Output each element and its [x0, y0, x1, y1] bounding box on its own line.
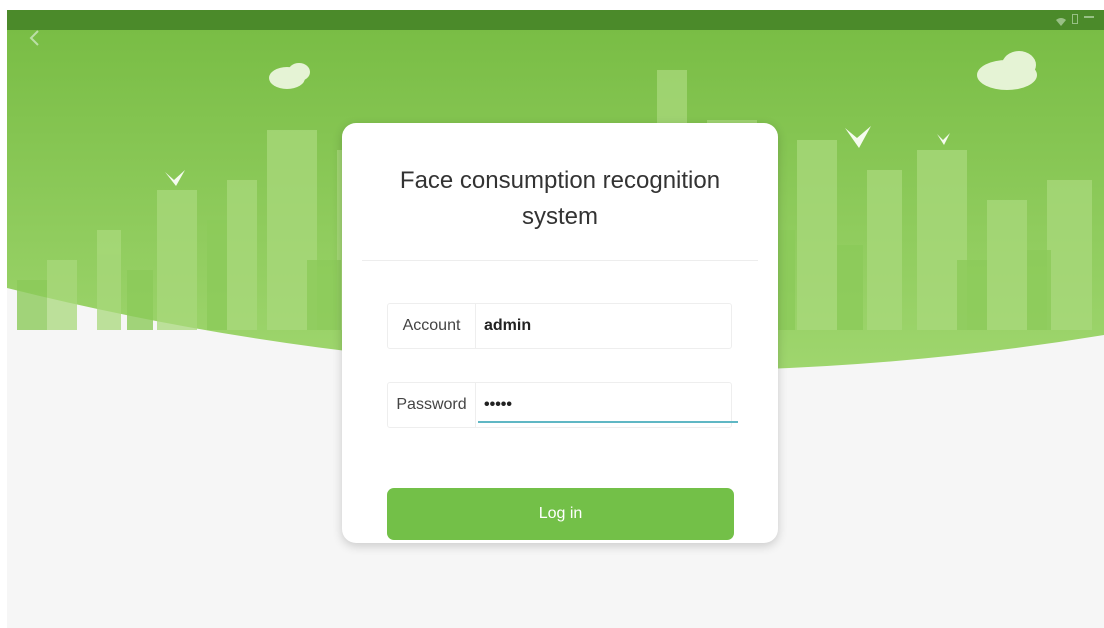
password-label: Password	[388, 383, 476, 427]
account-label: Account	[388, 304, 476, 348]
back-icon[interactable]	[25, 28, 45, 48]
password-input[interactable]	[478, 389, 738, 423]
title-divider	[362, 260, 758, 261]
title-line-1: Face consumption recognition	[399, 167, 721, 194]
password-field: Password	[387, 382, 738, 428]
login-card: Face consumption recognition system Acco…	[342, 123, 778, 543]
clock-icon	[1084, 16, 1094, 24]
status-icons	[1056, 14, 1094, 26]
login-button[interactable]: Log in	[387, 488, 734, 540]
account-field: Account	[387, 303, 738, 349]
page-title: Face consumption recognition system	[342, 163, 778, 235]
app-window: Face consumption recognition system Acco…	[7, 10, 1104, 628]
status-bar	[7, 10, 1104, 30]
wifi-icon	[1056, 14, 1066, 26]
battery-icon	[1072, 14, 1078, 24]
title-line-2: system	[521, 203, 598, 230]
account-input[interactable]	[478, 310, 738, 342]
